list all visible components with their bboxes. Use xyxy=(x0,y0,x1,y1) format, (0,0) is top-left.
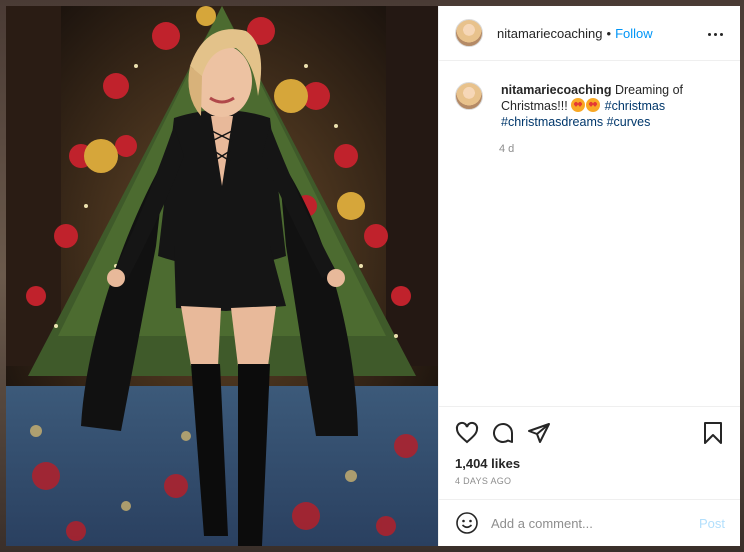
post-date[interactable]: 4 DAYS AGO xyxy=(455,476,511,486)
hashtag-link[interactable]: #christmasdreams xyxy=(501,115,603,129)
heart-icon[interactable] xyxy=(455,421,479,445)
caption-body: nitamariecoaching Dreaming of Christmas!… xyxy=(501,82,721,130)
heart-eyes-emoji-icon xyxy=(586,98,601,112)
hashtag-link[interactable]: #christmas xyxy=(605,99,665,113)
post-caption: nitamariecoaching Dreaming of Christmas!… xyxy=(455,82,725,130)
paper-plane-icon[interactable] xyxy=(527,421,551,445)
heart-eyes-emoji-icon xyxy=(571,98,586,112)
bookmark-icon[interactable] xyxy=(701,421,725,445)
hashtag-link[interactable]: #curves xyxy=(607,115,651,129)
caption-timestamp: 4 d xyxy=(499,143,515,155)
more-options-icon[interactable] xyxy=(705,24,725,44)
post-photo[interactable] xyxy=(6,6,438,546)
avatar[interactable] xyxy=(455,19,483,47)
post-header: nitamariecoaching • Follow xyxy=(439,6,740,61)
separator-dot: • xyxy=(606,25,612,41)
smiley-icon[interactable] xyxy=(455,511,479,535)
caption-avatar[interactable] xyxy=(455,82,483,110)
comment-icon[interactable] xyxy=(491,421,515,445)
action-bar xyxy=(439,406,740,446)
likes-count[interactable]: 1,404 likes xyxy=(455,456,520,471)
post-comment-button[interactable]: Post xyxy=(699,516,725,531)
header-username[interactable]: nitamariecoaching xyxy=(497,26,603,41)
comment-input[interactable] xyxy=(491,515,691,531)
caption-username[interactable]: nitamariecoaching xyxy=(501,83,611,97)
photo-illustration xyxy=(6,6,438,546)
post-side-panel: nitamariecoaching • Follow nitamariecoac… xyxy=(438,6,740,546)
post-modal: nitamariecoaching • Follow nitamariecoac… xyxy=(6,6,740,546)
follow-button[interactable]: Follow xyxy=(615,26,653,41)
comment-bar: Post xyxy=(439,499,740,546)
